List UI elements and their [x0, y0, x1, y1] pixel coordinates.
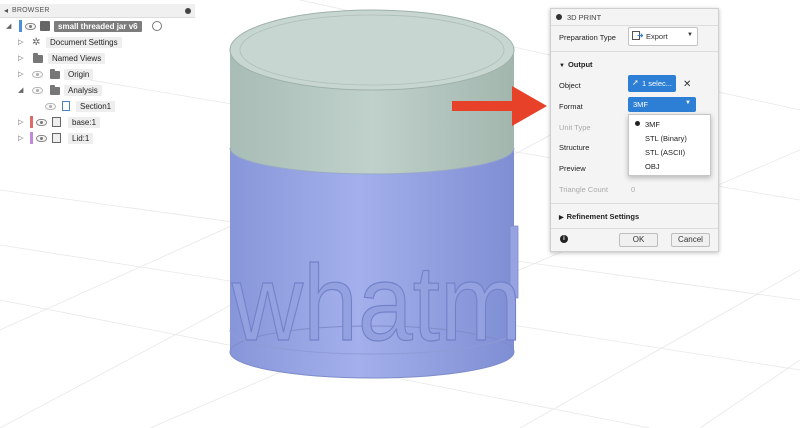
browser-item-document-settings[interactable]: ▷ ✲ Document Settings — [0, 34, 195, 50]
object-label: Object — [559, 81, 581, 90]
visibility-eye-icon[interactable] — [32, 87, 43, 94]
browser-item-origin[interactable]: ▷ Origin — [0, 66, 195, 82]
clear-selection-icon[interactable]: ✕ — [683, 79, 691, 90]
format-label: Format — [559, 102, 583, 111]
browser-header: ◂ BROWSER — [0, 4, 195, 18]
preparation-type-label: Preparation Type — [559, 33, 616, 42]
browser-item-label: Lid:1 — [68, 132, 94, 144]
expand-triangle-icon[interactable]: ▷ — [18, 118, 23, 126]
ok-button[interactable]: OK — [619, 233, 658, 247]
browser-item-named-views[interactable]: ▷ Named Views — [0, 50, 195, 66]
format-option-stl-ascii[interactable]: STL (ASCII) — [645, 148, 685, 157]
lid-color-tag — [30, 132, 33, 144]
active-marker — [19, 20, 22, 32]
dialog-titlebar[interactable]: 3D PRINT — [551, 9, 718, 26]
format-option-obj[interactable]: OBJ — [645, 162, 660, 171]
visibility-eye-icon[interactable] — [32, 71, 43, 78]
format-select-value: 3MF — [633, 100, 648, 109]
format-dropdown-list: 3MF STL (Binary) STL (ASCII) OBJ — [628, 114, 711, 176]
expand-triangle-icon[interactable]: ◢ — [6, 22, 11, 30]
browser-item-label: Document Settings — [46, 36, 122, 48]
object-selection-value: 1 selec... — [642, 79, 673, 88]
browser-item-label: small threaded jar v6 — [54, 20, 142, 32]
expand-triangle-icon[interactable]: ▷ — [18, 54, 23, 62]
cursor-arrow-icon: ➚ — [632, 78, 639, 87]
expand-triangle-icon: ▶ — [559, 215, 564, 221]
component-icon — [40, 21, 50, 31]
output-section-label: Output — [567, 60, 593, 69]
divider — [551, 228, 718, 229]
export-arrow-icon: ➜ — [637, 31, 644, 40]
divider — [551, 203, 718, 204]
visibility-eye-icon[interactable] — [25, 23, 36, 30]
browser-item-label: Origin — [64, 68, 94, 80]
dialog-title: 3D PRINT — [567, 12, 602, 22]
collapse-icon[interactable]: ◂ — [4, 6, 8, 15]
refinement-section-label: Refinement Settings — [566, 212, 640, 221]
info-icon[interactable]: i — [560, 235, 568, 243]
collapse-triangle-icon: ▼ — [559, 63, 565, 69]
preparation-type-select[interactable]: ➜ Export ▼ — [628, 27, 698, 46]
selected-radio-icon — [635, 121, 640, 126]
preview-label: Preview — [559, 164, 586, 173]
format-option-stl-binary[interactable]: STL (Binary) — [645, 134, 687, 143]
object-selection-button[interactable]: ➚ 1 selec... — [628, 75, 676, 92]
dialog-options-icon[interactable] — [556, 14, 562, 20]
triangle-count-value: 0 — [631, 185, 636, 194]
chevron-down-icon: ▼ — [685, 100, 691, 106]
base-color-tag — [30, 116, 33, 128]
chevron-down-icon: ▼ — [687, 32, 693, 38]
options-icon[interactable] — [185, 7, 191, 14]
browser-panel: ◂ BROWSER ◢ small threaded jar v6 ▷ ✲ Do… — [0, 4, 195, 146]
refinement-section-header[interactable]: ▶ Refinement Settings — [559, 212, 639, 221]
expand-triangle-icon[interactable]: ▷ — [18, 38, 23, 46]
gear-icon: ✲ — [32, 36, 41, 48]
divider — [551, 51, 718, 52]
browser-item-analysis[interactable]: ◢ Analysis — [0, 82, 195, 98]
browser-item-label: Named Views — [48, 52, 106, 64]
browser-item-label: Analysis — [64, 84, 102, 96]
folder-icon — [33, 53, 43, 63]
browser-item-section1[interactable]: Section1 — [0, 98, 195, 114]
expand-triangle-icon[interactable]: ◢ — [18, 86, 23, 94]
folder-icon — [50, 69, 60, 79]
output-section-header[interactable]: ▼ Output — [559, 60, 593, 69]
browser-item-label: base:1 — [68, 116, 101, 128]
folder-icon — [50, 85, 60, 95]
expand-triangle-icon[interactable]: ▷ — [18, 134, 23, 142]
browser-item-base[interactable]: ▷ base:1 — [0, 114, 195, 130]
component-icon — [52, 117, 61, 127]
radio-active-icon[interactable] — [152, 21, 162, 31]
format-select[interactable]: 3MF ▼ — [628, 97, 696, 112]
browser-title: BROWSER — [12, 7, 50, 14]
visibility-eye-icon[interactable] — [45, 103, 56, 110]
triangle-count-label: Triangle Count — [559, 185, 608, 194]
component-icon — [52, 133, 61, 143]
structure-label: Structure — [559, 143, 590, 152]
format-option-3mf[interactable]: 3MF — [645, 120, 660, 129]
unit-type-label: Unit Type — [559, 123, 591, 132]
browser-item-lid[interactable]: ▷ Lid:1 — [0, 130, 195, 146]
cancel-button[interactable]: Cancel — [671, 233, 710, 247]
visibility-eye-icon[interactable] — [36, 119, 47, 126]
expand-triangle-icon[interactable]: ▷ — [18, 70, 23, 78]
preparation-type-value: Export — [646, 32, 668, 41]
browser-item-label: Section1 — [76, 100, 116, 112]
jar-lid[interactable] — [229, 9, 515, 175]
section-analysis-icon — [62, 101, 70, 111]
visibility-eye-icon[interactable] — [36, 135, 47, 142]
browser-item-root[interactable]: ◢ small threaded jar v6 — [0, 18, 195, 34]
embossed-text: whatm — [231, 242, 522, 363]
